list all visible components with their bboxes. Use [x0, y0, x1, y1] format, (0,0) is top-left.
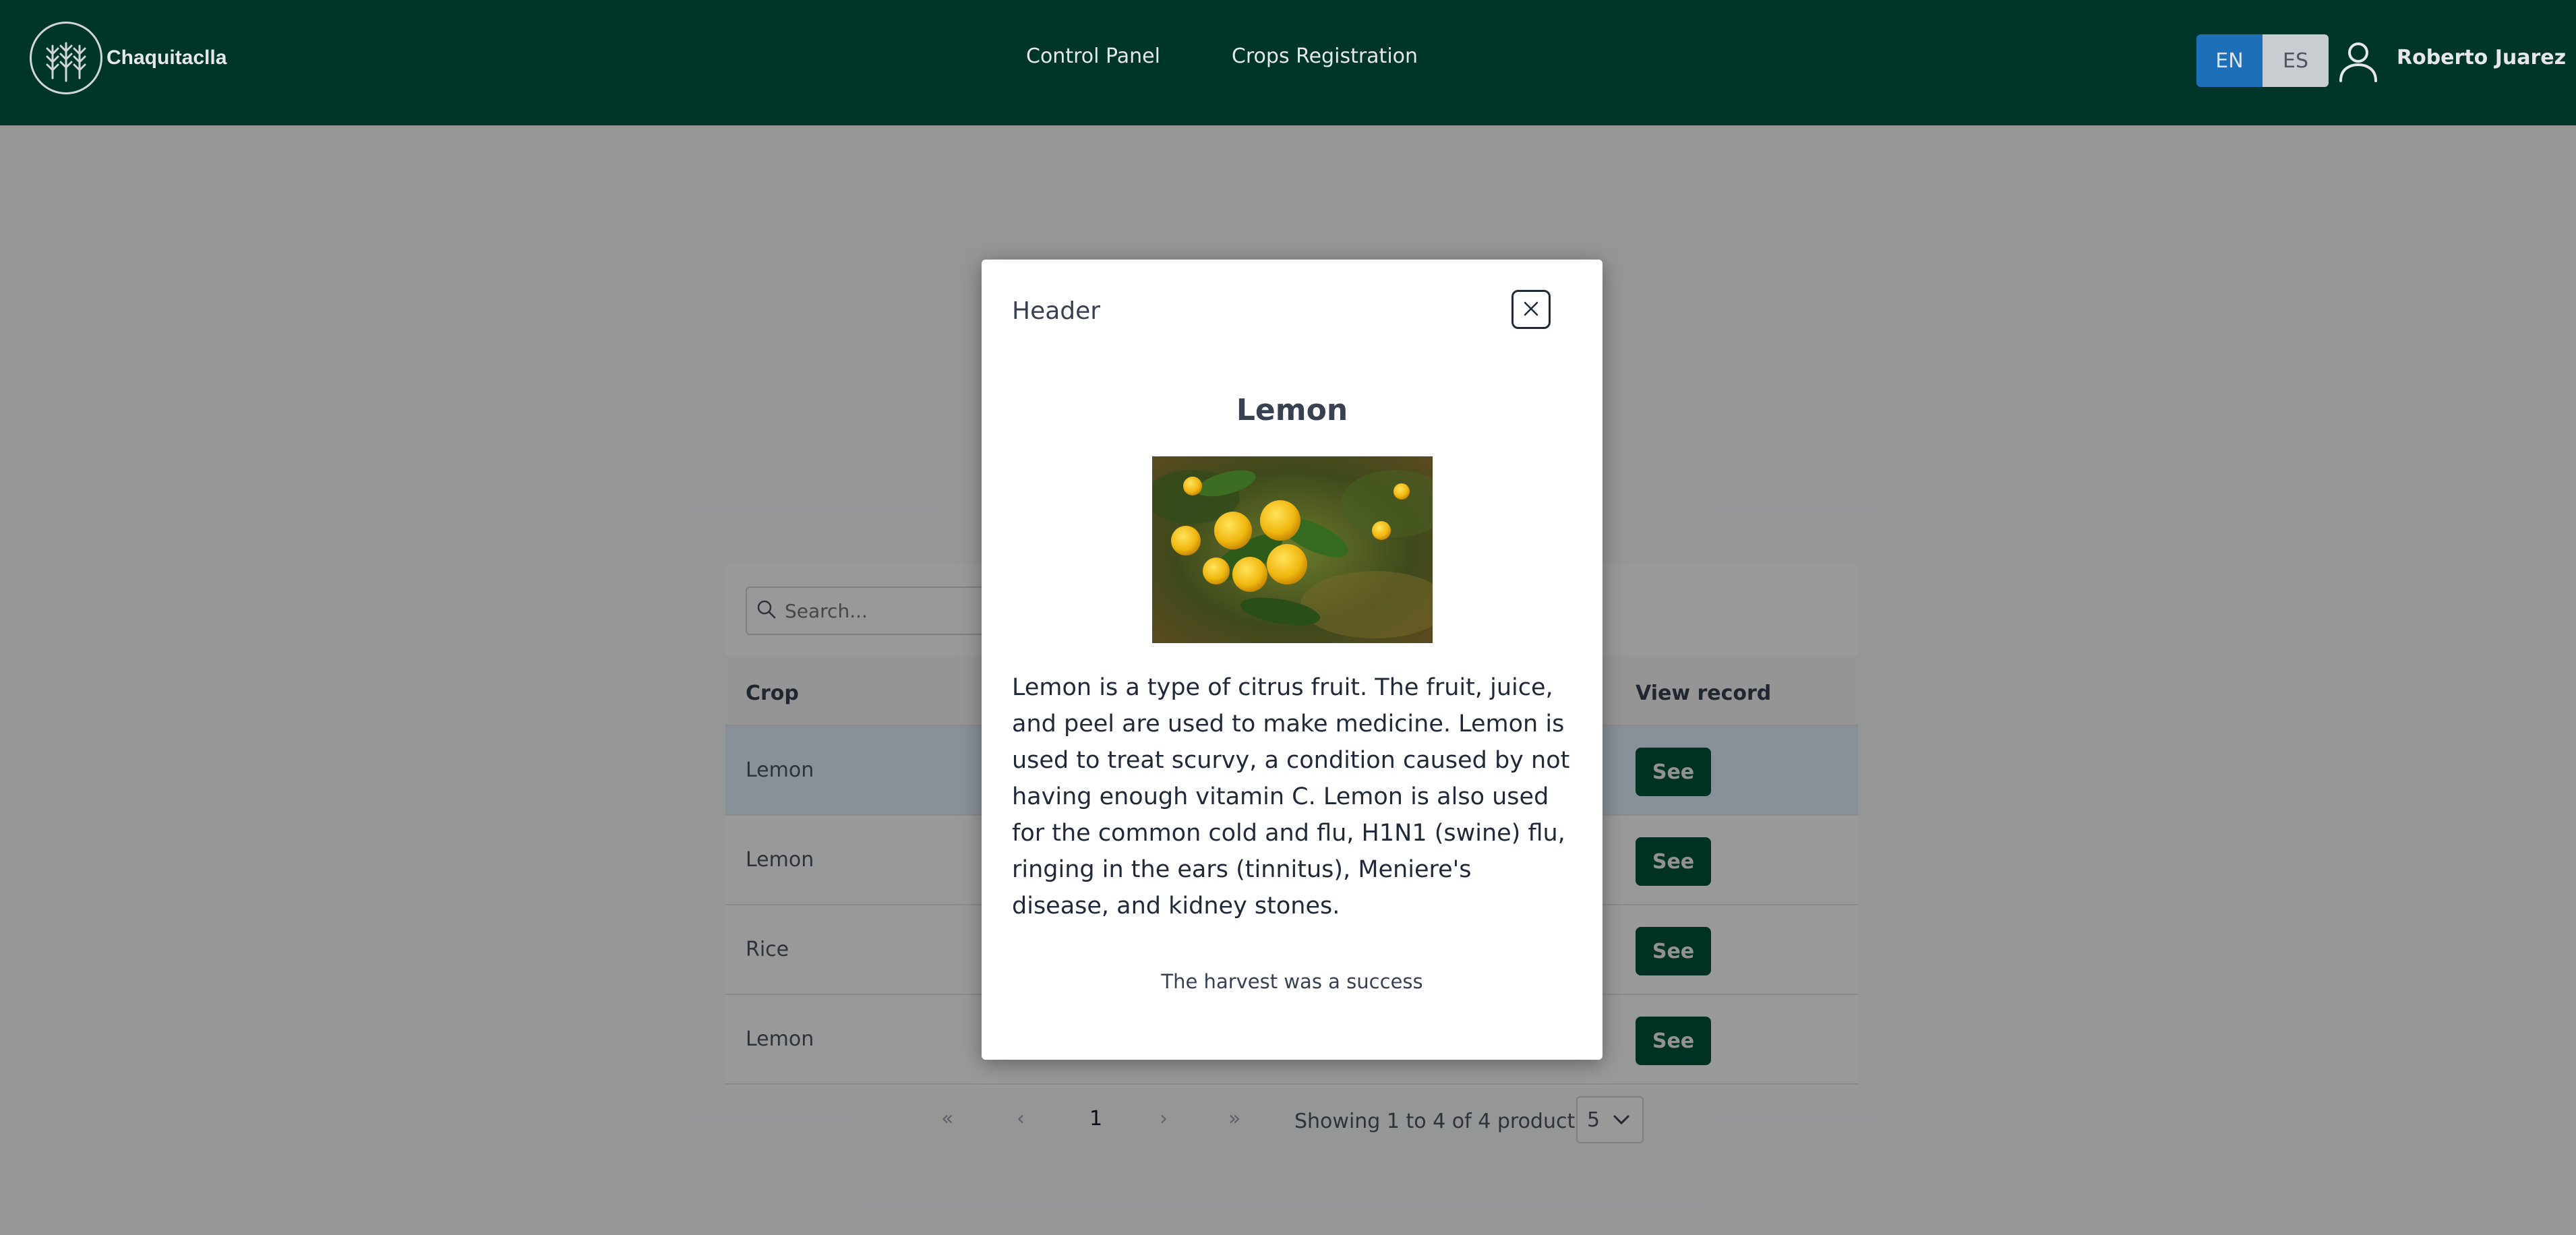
harvest-note: The harvest was a success — [1161, 970, 1423, 993]
crop-detail-modal: Header Lemon Lemon is a type of citrus f… — [982, 260, 1602, 1060]
close-button[interactable] — [1511, 290, 1551, 329]
wheat-logo-icon — [30, 22, 102, 94]
user-name[interactable]: Roberto Juarez — [2397, 46, 2566, 69]
close-icon — [1521, 299, 1541, 321]
modal-title: Header — [1012, 297, 1101, 325]
nav-crops-registration[interactable]: Crops Registration — [1232, 44, 1418, 68]
user-icon[interactable] — [2334, 38, 2383, 89]
lang-en-button[interactable]: EN — [2196, 34, 2263, 87]
language-switcher: EN ES — [2196, 34, 2329, 87]
crop-description: Lemon is a type of citrus fruit. The fru… — [1012, 674, 1570, 920]
brand-name: Chaquitaclla — [107, 47, 227, 69]
brand[interactable]: Chaquitaclla — [30, 22, 227, 94]
crop-name-heading: Lemon — [1236, 393, 1348, 427]
lang-es-button[interactable]: ES — [2263, 34, 2329, 87]
nav-control-panel[interactable]: Control Panel — [1026, 44, 1160, 68]
main-nav: Control Panel Crops Registration — [1026, 44, 1418, 68]
crop-photo — [1152, 456, 1433, 643]
top-navbar: Chaquitaclla Control Panel Crops Registr… — [0, 0, 2576, 125]
